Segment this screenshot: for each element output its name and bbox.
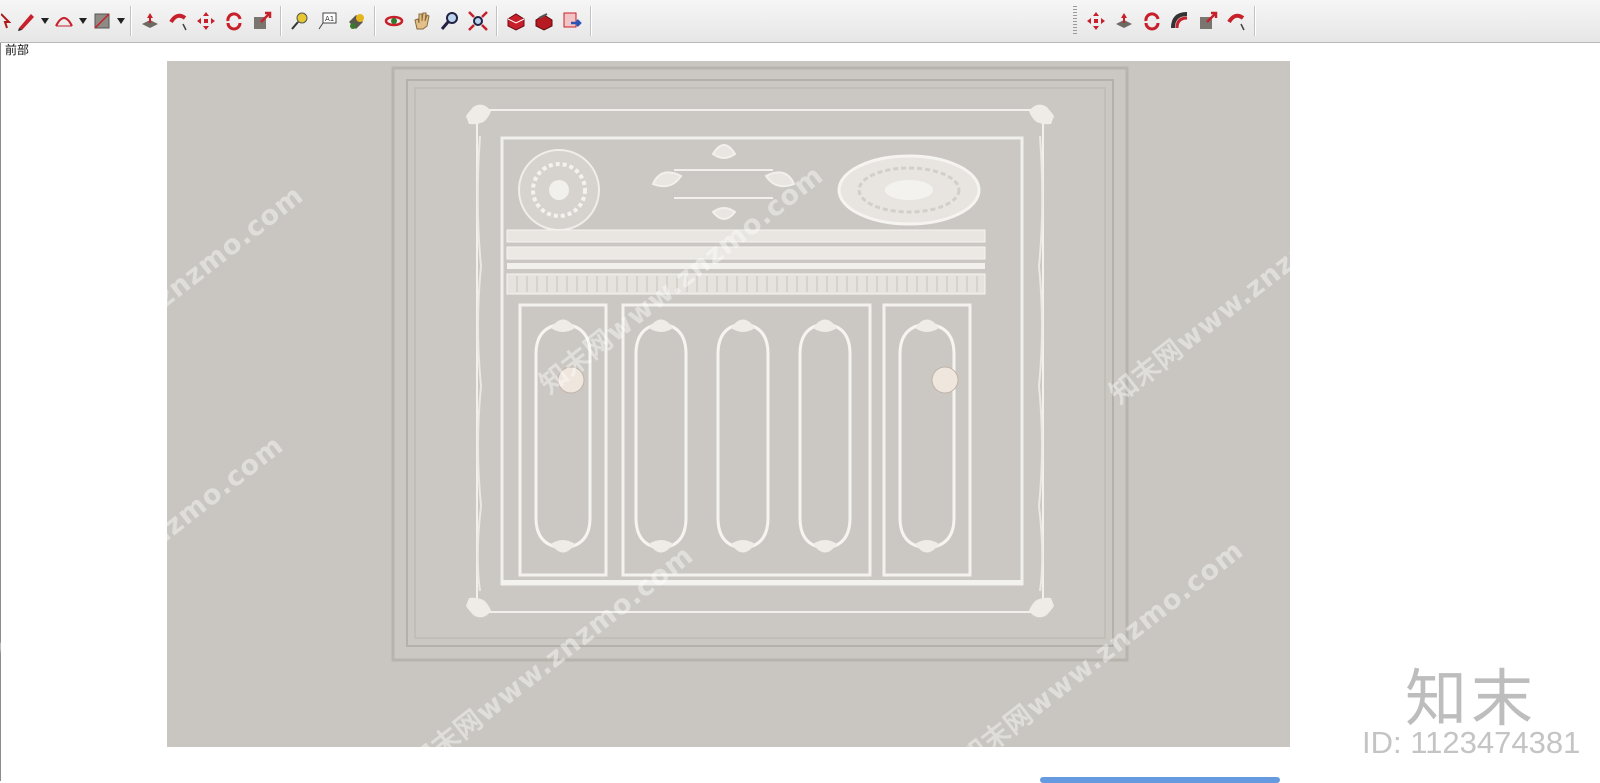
toolbar-separator: [374, 6, 376, 36]
image-id-label: ID: 1123474381: [1362, 725, 1581, 760]
arc-dropdown-icon[interactable]: [78, 6, 88, 36]
tape-measure-icon[interactable]: [287, 6, 313, 36]
toolbar-separator: [130, 6, 132, 36]
toolbar-grip[interactable]: [1073, 6, 1077, 36]
offset-icon[interactable]: [1167, 6, 1193, 36]
rectangle-dropdown-icon[interactable]: [116, 6, 126, 36]
arc-icon[interactable]: [51, 6, 77, 36]
pencil-icon[interactable]: [13, 6, 39, 36]
wall-elevation-drawing: [391, 66, 1129, 662]
scale-icon[interactable]: [249, 6, 275, 36]
get-models-icon[interactable]: [531, 6, 557, 36]
push-pull-icon[interactable]: [1111, 6, 1137, 36]
horizontal-scrollbar[interactable]: [1040, 777, 1280, 783]
select-icon[interactable]: [1, 6, 11, 36]
main-toolbar: A1: [0, 0, 1600, 43]
move-icon[interactable]: [193, 6, 219, 36]
zoom-icon[interactable]: [437, 6, 463, 36]
rotate-icon[interactable]: [221, 6, 247, 36]
toolbar-separator: [1254, 6, 1256, 36]
follow-me-icon[interactable]: [1223, 6, 1249, 36]
share-model-icon[interactable]: [559, 6, 585, 36]
toolbar-separator: [590, 6, 592, 36]
svg-text:A1: A1: [325, 15, 334, 23]
scene-tab-label[interactable]: 前部: [5, 41, 29, 58]
toolbar-left-group: A1: [0, 4, 596, 38]
text-icon[interactable]: A1: [315, 6, 341, 36]
warehouse-icon[interactable]: [503, 6, 529, 36]
rotate-icon[interactable]: [1139, 6, 1165, 36]
push-pull-icon[interactable]: [137, 6, 163, 36]
follow-me-icon[interactable]: [165, 6, 191, 36]
toolbar-separator: [280, 6, 282, 36]
move-icon[interactable]: [1083, 6, 1109, 36]
scale-icon[interactable]: [1195, 6, 1221, 36]
pencil-dropdown-icon[interactable]: [40, 6, 50, 36]
orbit-icon[interactable]: [381, 6, 407, 36]
rosette-ornament: [518, 149, 600, 231]
rectangle-icon[interactable]: [89, 6, 115, 36]
zoom-extents-icon[interactable]: [465, 6, 491, 36]
paint-bucket-icon[interactable]: [343, 6, 369, 36]
toolbar-separator: [496, 6, 498, 36]
pan-icon[interactable]: [409, 6, 435, 36]
toolbar-right-group: [1082, 4, 1260, 38]
